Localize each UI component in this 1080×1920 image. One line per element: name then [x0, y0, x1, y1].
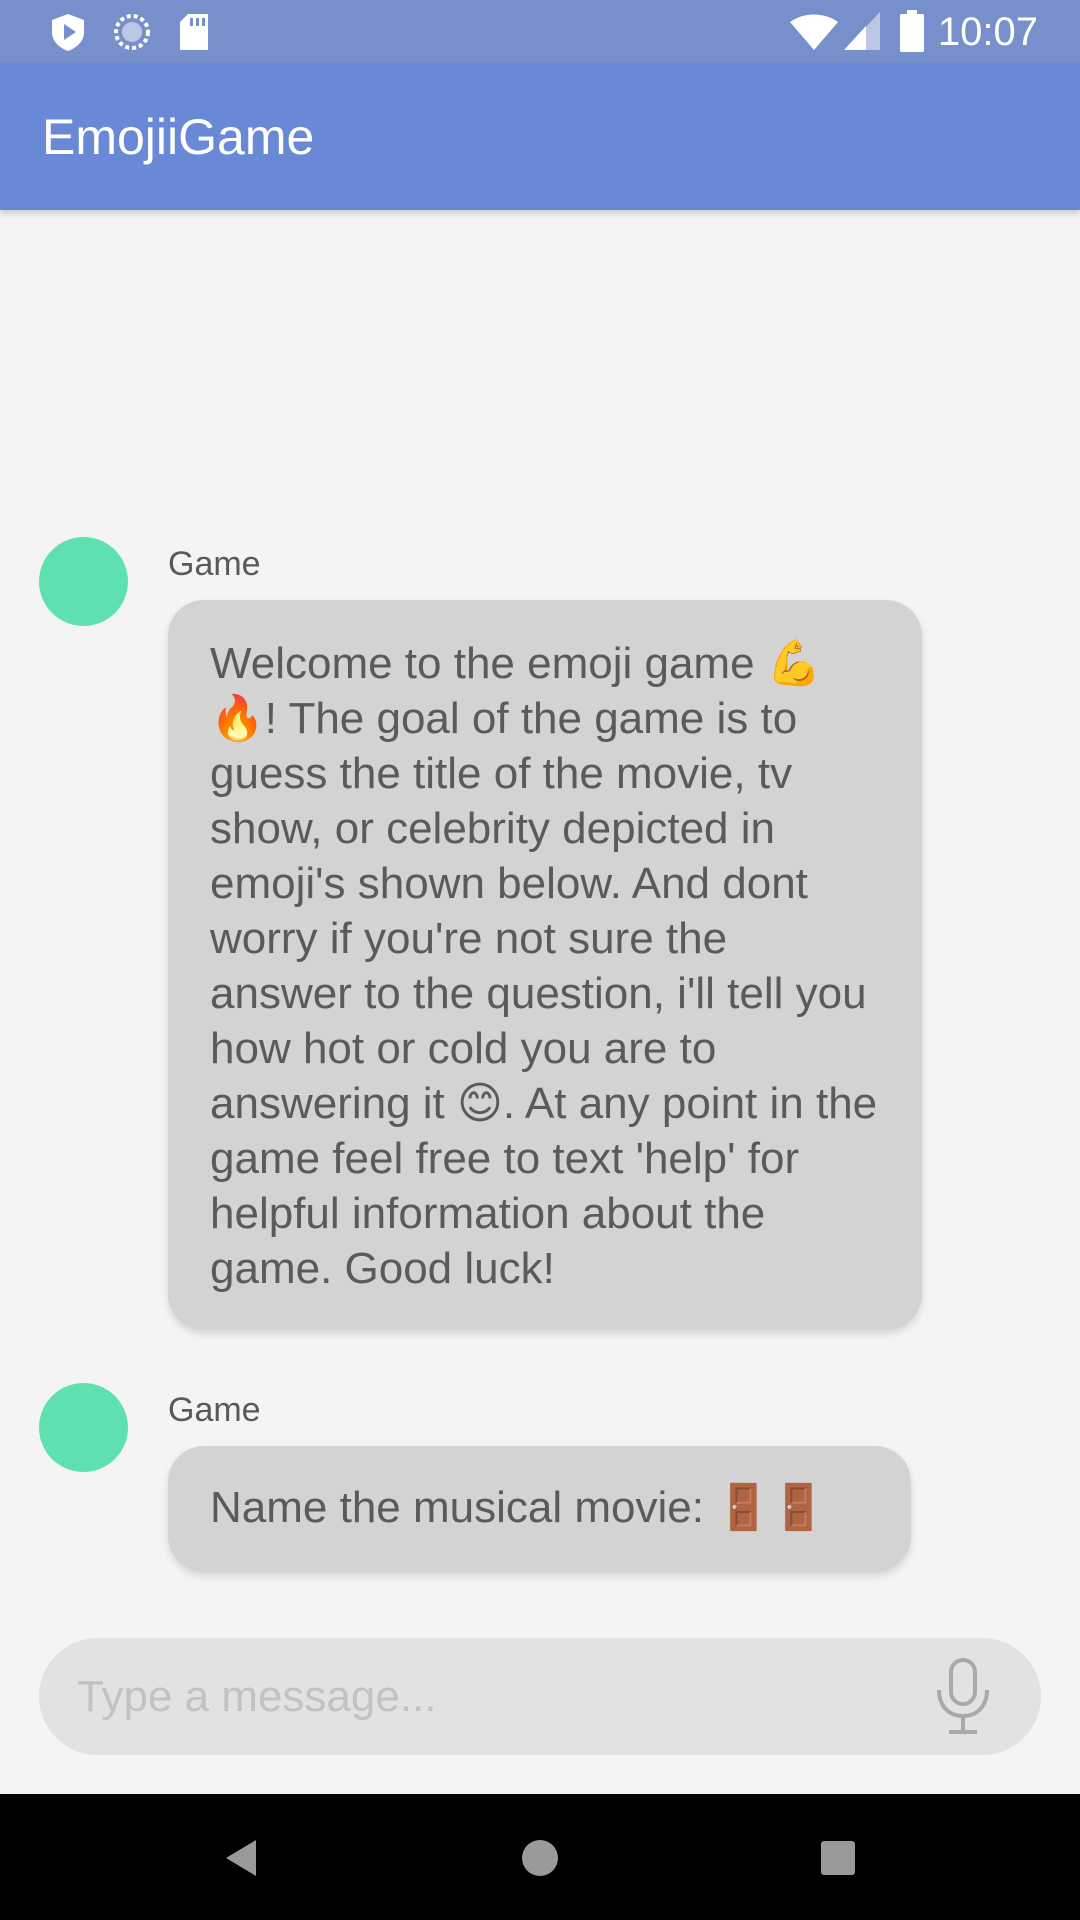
recents-icon[interactable] — [808, 1828, 868, 1888]
app-title: EmojiiGame — [42, 109, 315, 165]
sender-name: Game — [168, 1391, 261, 1429]
app-bar: EmojiiGame — [0, 63, 1080, 210]
navigation-bar — [0, 1794, 1080, 1920]
message-text: Welcome to the emoji game 💪🔥! The goal o… — [210, 639, 878, 1293]
chat-screen: 10:07 EmojiiGame Game Welcome to the emo… — [0, 0, 1080, 1920]
wifi-icon — [790, 14, 838, 55]
message-composer — [39, 1638, 1041, 1755]
message-input[interactable] — [77, 1668, 897, 1726]
sd-card-icon — [178, 12, 210, 57]
status-bar: 10:07 — [0, 0, 1080, 63]
back-icon[interactable] — [212, 1828, 272, 1888]
sender-name: Game — [168, 545, 261, 583]
cell-signal-icon — [844, 12, 880, 55]
microphone-icon[interactable] — [931, 1656, 995, 1736]
message-text: Name the musical movie: 🚪🚪 — [210, 1483, 826, 1532]
avatar — [39, 537, 128, 626]
status-time: 10:07 — [937, 10, 1038, 54]
message-bubble: Name the musical movie: 🚪🚪 — [168, 1446, 911, 1572]
shield-play-icon — [50, 12, 86, 57]
message-bubble: Welcome to the emoji game 💪🔥! The goal o… — [168, 600, 922, 1330]
battery-icon — [900, 10, 924, 57]
home-icon[interactable] — [510, 1828, 570, 1888]
sync-circle-icon — [112, 12, 152, 57]
avatar — [39, 1383, 128, 1472]
